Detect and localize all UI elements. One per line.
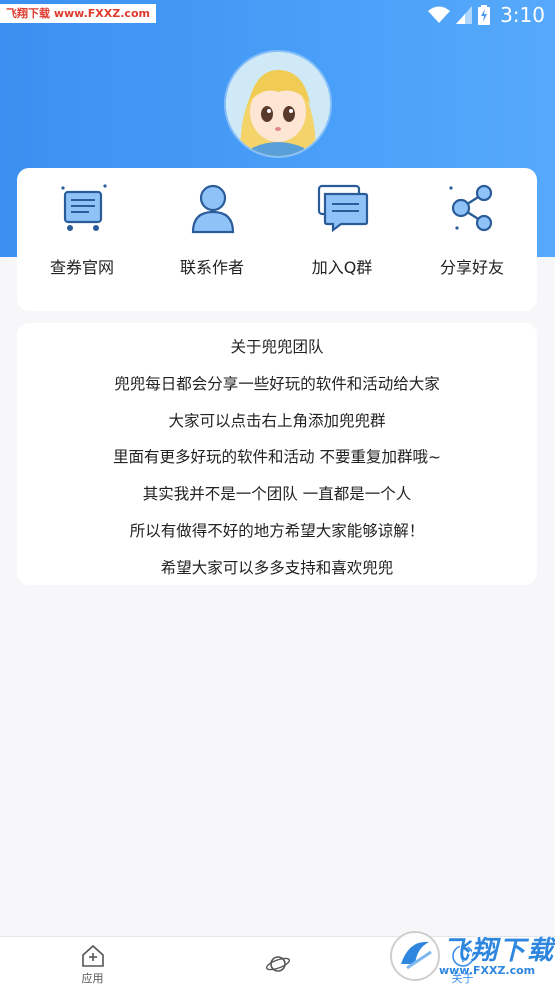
action-label: 加入Q群 [311, 258, 373, 277]
cart-icon [61, 184, 107, 231]
home-plus-icon [82, 944, 104, 967]
person-icon [191, 184, 235, 234]
tab-label: 应用 [81, 972, 104, 985]
signal-icon [456, 6, 473, 24]
status-bar: 飞翔下载 www.FXXZ.com 3:10 [0, 0, 555, 30]
action-join-qq-group[interactable]: 加入Q群 [277, 168, 407, 311]
wifi-icon [428, 6, 451, 23]
share-icon [449, 184, 493, 232]
status-icons: 3:10 [428, 3, 545, 27]
action-contact-author[interactable]: 联系作者 [147, 168, 277, 311]
about-title: 关于兜兜团队 [230, 338, 324, 356]
avatar-image [226, 52, 330, 156]
about-line: 其实我并不是一个团队 一直都是一个人 [142, 485, 412, 503]
action-label: 查券官网 [49, 258, 114, 277]
chat-icon [317, 184, 369, 233]
planet-icon [265, 956, 291, 972]
tab-discover[interactable] [185, 937, 370, 989]
about-line: 兜兜每日都会分享一些好玩的软件和活动给大家 [114, 375, 440, 393]
avatar[interactable] [226, 52, 330, 156]
about-line: 希望大家可以多多支持和喜欢兜兜 [160, 559, 394, 577]
about-line: 大家可以点击右上角添加兜兜群 [168, 412, 386, 430]
clock: 3:10 [500, 3, 545, 27]
watermark-logo: 飞翔下载 www.FXXZ.com [387, 924, 555, 986]
about-line: 所以有做得不好的地方希望大家能够谅解！ [129, 522, 425, 540]
watermark-badge: 飞翔下载 www.FXXZ.com [0, 4, 156, 23]
tab-apps[interactable]: 应用 [0, 937, 185, 989]
about-card: 关于兜兜团队 兜兜每日都会分享一些好玩的软件和活动给大家 大家可以点击右上角添加… [17, 323, 537, 585]
quick-actions-card: 查券官网 联系作者 加入Q群 分享好友 [17, 168, 537, 311]
action-coupon-site[interactable]: 查券官网 [17, 168, 147, 311]
action-label: 联系作者 [179, 258, 244, 277]
watermark-url: www.FXXZ.com [439, 964, 536, 977]
logo-icon [390, 931, 440, 981]
action-share-friends[interactable]: 分享好友 [407, 168, 537, 311]
watermark-title: 飞翔下载 [443, 936, 555, 966]
action-label: 分享好友 [439, 258, 504, 277]
about-line: 里面有更多好玩的软件和活动 不要重复加群哦~ [113, 448, 441, 466]
battery-charging-icon [478, 5, 491, 25]
